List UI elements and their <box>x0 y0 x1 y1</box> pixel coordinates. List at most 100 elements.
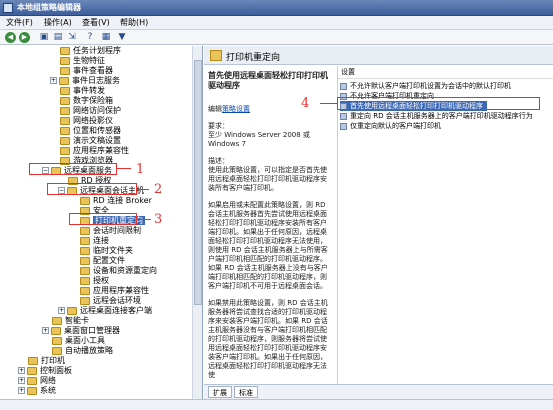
requirements-text: 至少 Windows Server 2008 或 Windows 7 <box>208 131 310 148</box>
tree-node-label: 系统 <box>40 386 56 395</box>
tree-node[interactable]: 生物特征 <box>60 56 105 66</box>
menu-help[interactable]: 帮助(H) <box>120 17 148 28</box>
tree-node[interactable]: 设备和资源重定向 <box>80 266 157 276</box>
tree-node[interactable]: 连接 <box>80 236 109 246</box>
policy-setting-icon <box>340 122 347 130</box>
tree-node-label: 远程桌面连接客户端 <box>80 306 152 315</box>
folder-icon <box>80 286 90 295</box>
folder-icon <box>80 296 90 305</box>
tree-node-label: 控制面板 <box>40 366 72 375</box>
help-icon[interactable]: ? <box>84 32 96 43</box>
folder-icon <box>52 346 62 355</box>
properties-icon[interactable]: ▦ <box>100 32 112 43</box>
setting-item[interactable]: 重定向 RD 会话主机服务器上的客户端打印机驱动程序行为 <box>340 111 533 121</box>
tree-node[interactable]: 任务计划程序 <box>60 46 121 56</box>
expand-icon[interactable]: + <box>50 77 57 84</box>
tree-node[interactable]: 事件查看器 <box>60 66 113 76</box>
export-list-icon[interactable]: ⇲ <box>66 32 78 43</box>
tree-node[interactable]: + 网络 <box>18 376 56 386</box>
folder-icon <box>210 50 222 61</box>
tree-node[interactable]: 数字保险箱 <box>60 96 113 106</box>
edit-policy-link[interactable]: 策略设置 <box>222 105 250 113</box>
menu-view[interactable]: 查看(V) <box>82 17 110 28</box>
toolbar: ◀ ▶ ▣ ▤ ⇲ ? ▦ ▼ <box>0 30 553 45</box>
folder-icon <box>80 276 90 285</box>
filter-icon[interactable]: ▼ <box>116 32 128 43</box>
tree-node-label: 连接 <box>93 236 109 245</box>
requirements-label: 要求： <box>208 122 229 130</box>
tree-node[interactable]: 应用程序兼容性 <box>60 146 129 156</box>
status-bar <box>0 399 553 410</box>
tree-node[interactable]: RD 连接 Broker <box>80 196 152 206</box>
tree-node-label: 授权 <box>93 276 109 285</box>
folder-icon <box>60 56 70 65</box>
menu-action[interactable]: 操作(A) <box>44 17 72 28</box>
tree-node[interactable]: 临时文件夹 <box>80 246 133 256</box>
tree-node[interactable]: + 系统 <box>18 386 56 396</box>
tree-node[interactable]: + 远程桌面连接客户端 <box>58 306 152 316</box>
expand-icon[interactable]: + <box>58 307 65 314</box>
tree-node[interactable]: 打印机 <box>28 356 65 366</box>
forward-icon[interactable]: ▶ <box>19 32 30 43</box>
tree-node[interactable]: 自动播放策略 <box>52 346 113 356</box>
tree-node-label: 会话时间限制 <box>93 226 141 235</box>
app-icon <box>3 3 13 13</box>
tree-node-label: 事件查看器 <box>73 66 113 75</box>
expand-icon[interactable]: + <box>18 377 25 384</box>
tree-node[interactable]: + 控制面板 <box>18 366 72 376</box>
up-folder-icon[interactable]: ▣ <box>38 32 50 43</box>
annotation-label-1: 1 <box>136 162 145 177</box>
tree-node[interactable]: 授权 <box>80 276 109 286</box>
settings-column-header[interactable]: 设置 <box>338 66 553 79</box>
folder-icon <box>60 106 70 115</box>
folder-icon <box>80 256 90 265</box>
setting-item[interactable]: 不允许默认客户端打印机设置为会话中的默认打印机 <box>340 81 511 91</box>
annotation-box-3 <box>69 213 137 225</box>
window-title: 本地组策略编辑器 <box>17 3 81 12</box>
tree-node-label: 应用程序兼容性 <box>93 286 149 295</box>
tree-node[interactable]: 应用程序兼容性 <box>80 286 149 296</box>
policy-title: 首先使用远程桌面轻松打印打印机驱动程序 <box>208 71 328 90</box>
tree-node[interactable]: 事件转发 <box>60 86 105 96</box>
folder-icon <box>67 306 77 315</box>
detail-header: 打印机重定向 <box>204 46 553 65</box>
annotation-label-2: 2 <box>154 182 163 197</box>
show-hide-tree-icon[interactable]: ▤ <box>52 32 64 43</box>
setting-item[interactable]: 仅重定向默认的客户端打印机 <box>340 121 441 131</box>
tree-node-label: 远程会话环境 <box>93 296 141 305</box>
tree-node[interactable]: 智能卡 <box>52 316 89 326</box>
tree-node-label: 演示文稿设置 <box>73 136 121 145</box>
tree-node[interactable]: + 桌面窗口管理器 <box>42 326 120 336</box>
annotation-box-4 <box>337 97 540 110</box>
tree-node[interactable]: 远程会话环境 <box>80 296 141 306</box>
annotation-arrow-2 <box>137 189 149 190</box>
expand-icon[interactable]: + <box>18 367 25 374</box>
tree-node-label: 智能卡 <box>65 316 89 325</box>
tree-scrollbar[interactable] <box>192 46 202 399</box>
setting-label: 重定向 RD 会话主机服务器上的客户端打印机驱动程序行为 <box>350 112 533 120</box>
tree-node[interactable]: 网络访问保护 <box>60 106 121 116</box>
tab-standard[interactable]: 标准 <box>234 386 258 398</box>
tree-node[interactable]: 会话时间限制 <box>80 226 141 236</box>
tree-node[interactable]: 网络投影仪 <box>60 116 113 126</box>
tree-node[interactable]: 演示文稿设置 <box>60 136 121 146</box>
expand-icon[interactable]: + <box>18 387 25 394</box>
tree-node[interactable]: 桌面小工具 <box>52 336 105 346</box>
tree-node-label: 网络 <box>40 376 56 385</box>
tree-node[interactable]: + 事件日志服务 <box>50 76 120 86</box>
tree-node-label: 配置文件 <box>93 256 125 265</box>
folder-icon <box>60 86 70 95</box>
tree-node[interactable]: 位置和传感器 <box>60 126 121 136</box>
folder-icon <box>27 366 37 375</box>
expand-icon[interactable]: + <box>42 327 49 334</box>
description-paragraph-1: 使用此策略设置，可以指定是否首先使用远程桌面轻松打印打印机驱动程序安装所有客户端… <box>208 166 327 192</box>
annotation-box-1 <box>29 163 117 175</box>
annotation-box-2 <box>47 183 137 195</box>
tree-node[interactable]: 配置文件 <box>80 256 125 266</box>
tree-scroll-thumb[interactable] <box>194 60 202 305</box>
menu-file[interactable]: 文件(F) <box>6 17 33 28</box>
menu-bar: 文件(F) 操作(A) 查看(V) 帮助(H) <box>0 16 553 30</box>
tree-node-label: 网络投影仪 <box>73 116 113 125</box>
back-icon[interactable]: ◀ <box>5 32 16 43</box>
tab-extended[interactable]: 扩展 <box>208 386 232 398</box>
